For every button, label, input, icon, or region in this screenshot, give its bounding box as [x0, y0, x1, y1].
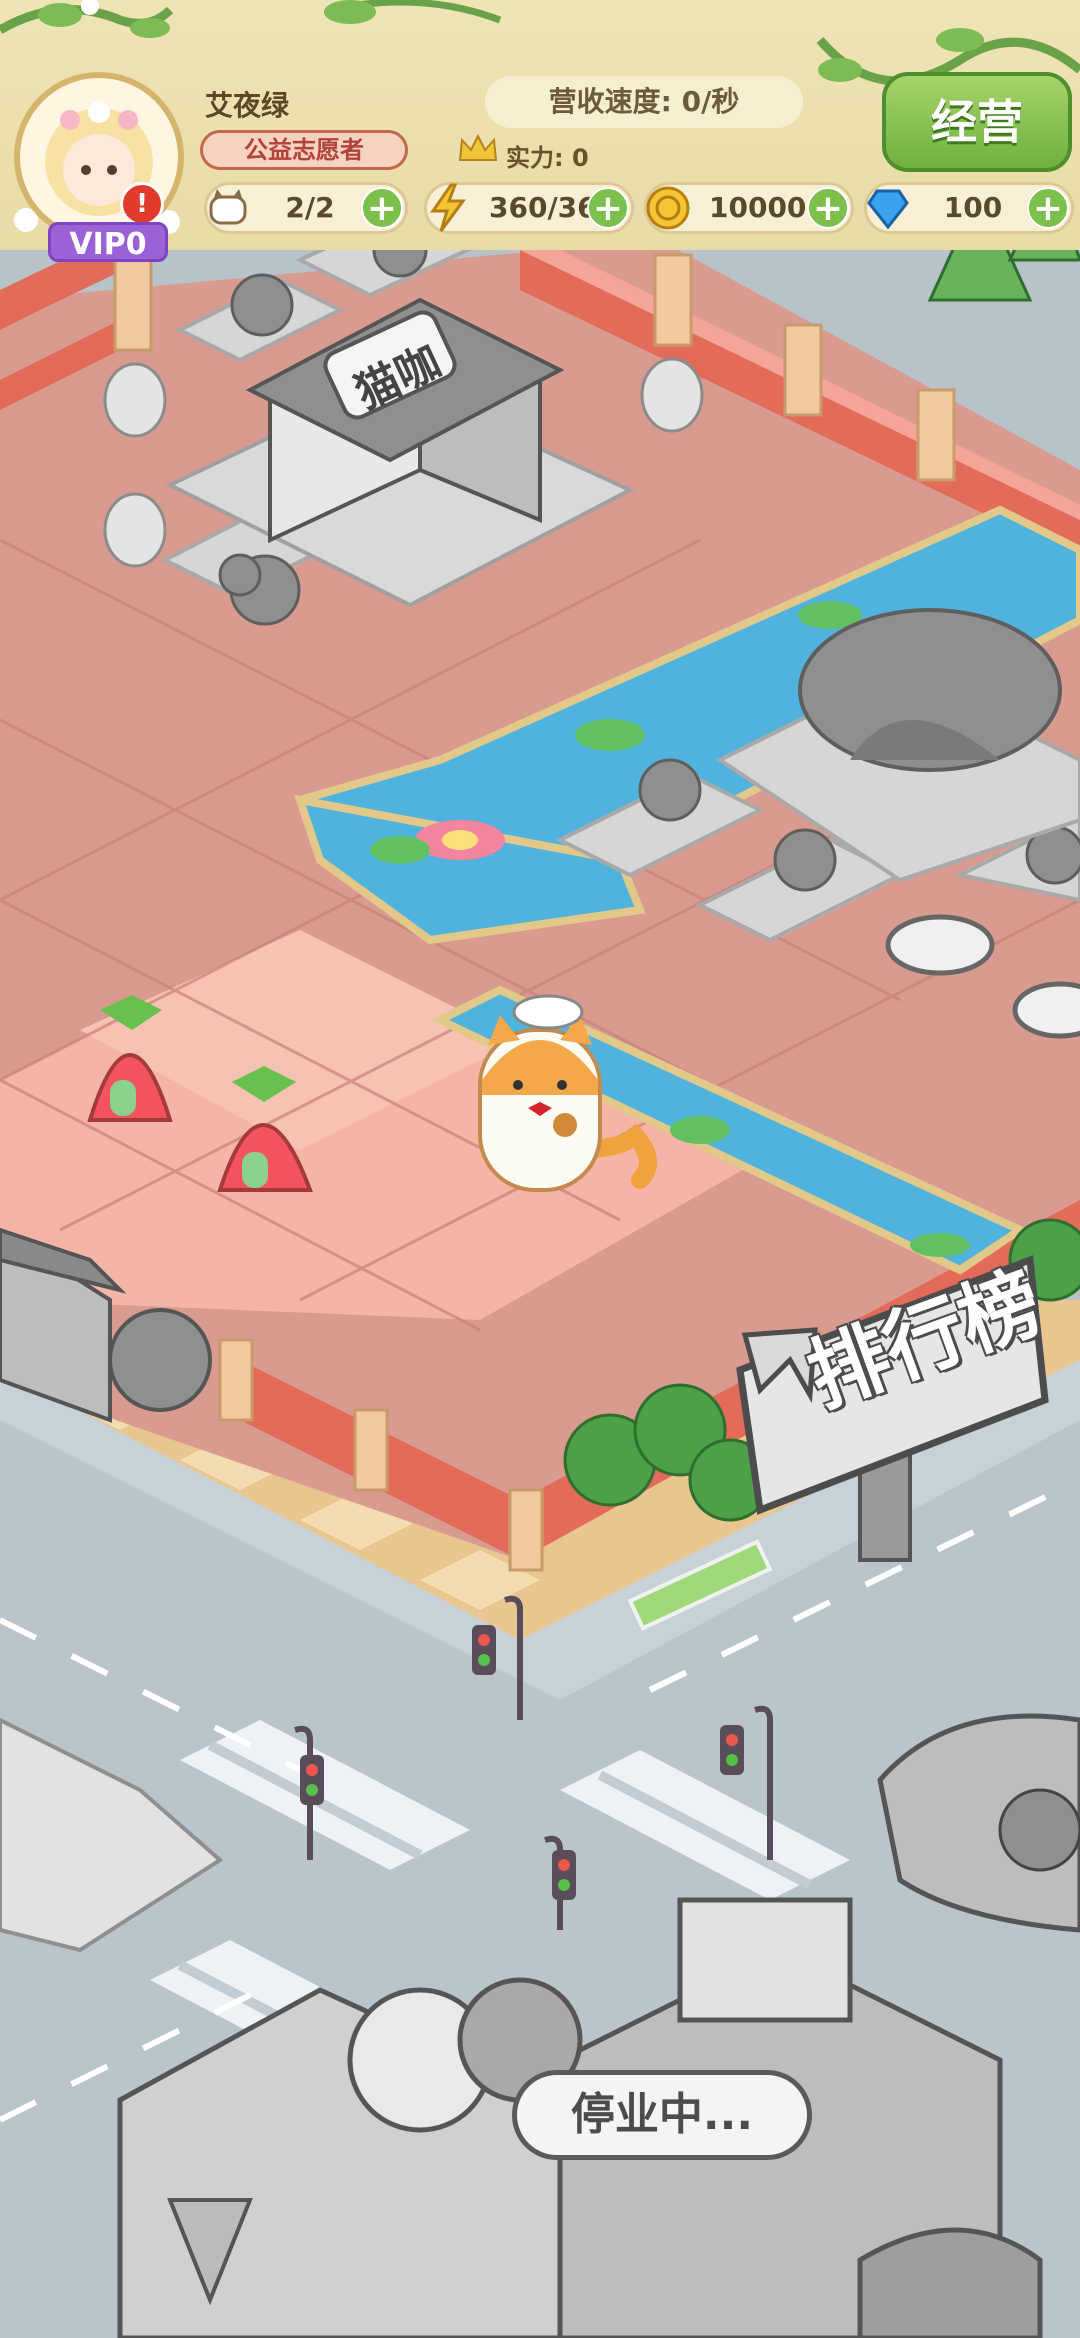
add-cat-button[interactable]: + [361, 187, 403, 229]
resource-value: 10000 [709, 191, 807, 224]
resource-cat-capacity: 2/2 + [204, 182, 408, 234]
crown-icon [458, 134, 498, 161]
player-name: 艾夜绿 [205, 89, 290, 122]
resource-energy: 360/360 + [424, 182, 634, 234]
revenue-speed: 营收速度: 0/秒 [485, 76, 803, 128]
add-gems-button[interactable]: + [1027, 187, 1069, 229]
vip-badge[interactable]: VIP0 [48, 222, 168, 262]
add-coins-button[interactable]: + [807, 187, 849, 229]
coin-icon [646, 186, 690, 230]
resource-coins: 10000 + [644, 182, 854, 234]
add-energy-button[interactable]: + [587, 187, 629, 229]
resource-value: 2/2 [285, 191, 335, 224]
resource-gems: 100 + [864, 182, 1074, 234]
game-map[interactable]: 猫咖 [0, 0, 1080, 2338]
player-title-badge[interactable]: 公益志愿者 [200, 130, 408, 170]
cat-icon [209, 189, 247, 225]
resource-value: 360/360 [489, 191, 617, 224]
diamond-icon [867, 189, 909, 230]
lightning-icon [430, 183, 466, 232]
power-value: 实力: 0 [506, 144, 589, 172]
shop-closed-status[interactable]: 停业中... [512, 2070, 812, 2160]
resource-value: 100 [943, 191, 1003, 224]
manage-button[interactable]: 经营 [882, 72, 1072, 172]
notification-alert-icon[interactable]: ! [120, 182, 164, 226]
